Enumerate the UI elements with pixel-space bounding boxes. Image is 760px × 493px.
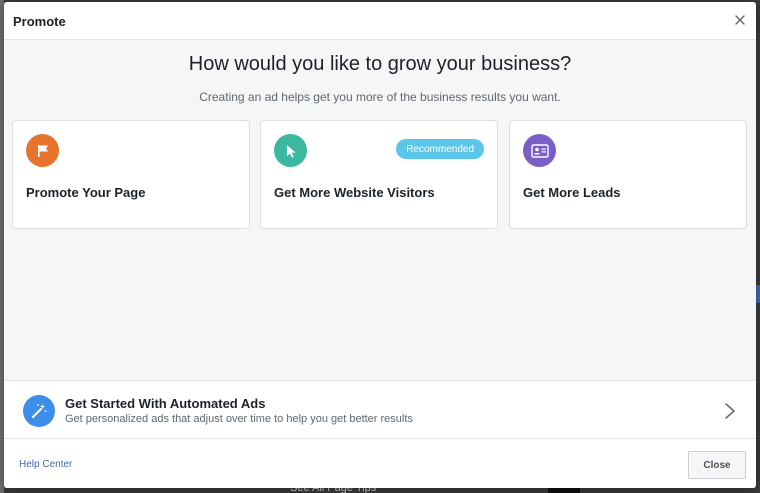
dialog-header: Promote: [4, 2, 756, 40]
promote-dialog: Promote How would you like to grow your …: [4, 2, 756, 488]
automated-ads-description: Get personalized ads that adjust over ti…: [65, 413, 413, 425]
card-label: Promote Your Page: [26, 185, 146, 200]
automated-ads-title: Get Started With Automated Ads: [65, 396, 266, 411]
automated-ads-row[interactable]: Get Started With Automated Ads Get perso…: [4, 380, 756, 439]
get-leads-card[interactable]: Get More Leads: [509, 120, 747, 229]
close-button[interactable]: Close: [688, 451, 746, 479]
card-label: Get More Website Visitors: [274, 185, 435, 200]
promote-page-card[interactable]: Promote Your Page: [12, 120, 250, 229]
recommended-badge: Recommended: [396, 139, 484, 159]
dialog-title: Promote: [13, 14, 66, 29]
background-blue-strip: [756, 285, 760, 303]
magic-wand-icon: [23, 395, 55, 427]
card-label: Get More Leads: [523, 185, 621, 200]
close-icon: [735, 15, 745, 25]
page-headline: How would you like to grow your business…: [188, 53, 572, 75]
cursor-icon: [274, 134, 307, 167]
chevron-right-icon: [725, 403, 735, 419]
contact-card-icon: [523, 134, 556, 167]
website-visitors-card[interactable]: Recommended Get More Website Visitors: [260, 120, 498, 229]
page-subline: Creating an ad helps get you more of the…: [199, 90, 561, 104]
dialog-body: How would you like to grow your business…: [4, 40, 756, 380]
dialog-footer: Help Center Close: [4, 439, 756, 488]
flag-icon: [26, 134, 59, 167]
close-dialog-button[interactable]: [732, 12, 748, 28]
help-center-link[interactable]: Help Center: [19, 459, 72, 470]
